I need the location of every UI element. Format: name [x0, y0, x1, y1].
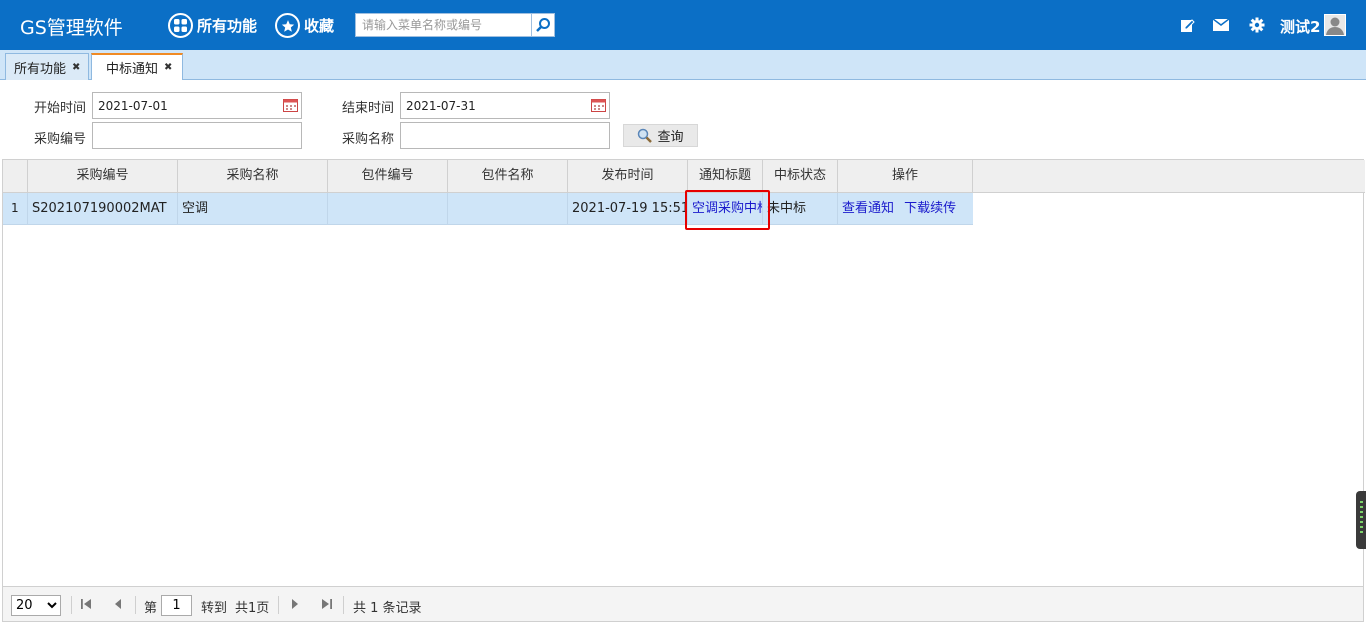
tab-label: 中标通知 — [106, 62, 159, 77]
gear-icon[interactable] — [1249, 17, 1265, 33]
total-pages: 共1页 — [235, 601, 270, 616]
close-icon[interactable]: ✖ — [72, 62, 80, 73]
purchase-code-label: 采购编号 — [34, 132, 87, 147]
calendar-icon[interactable] — [591, 98, 606, 112]
publish-time-cell: 2021-07-19 15:51 — [568, 193, 688, 224]
download-link[interactable]: 下载续传 — [904, 201, 956, 216]
calendar-icon[interactable] — [283, 98, 298, 112]
package-code-cell — [328, 193, 448, 224]
pager: 20 第 转到 共1页 共 1 条记录 — [2, 586, 1364, 622]
side-scroll-widget[interactable] — [1356, 491, 1366, 549]
menu-search-input[interactable] — [355, 13, 532, 37]
divider — [71, 596, 72, 614]
table-row[interactable]: 1 S202107190002MAT 空调 2021-07-19 15:51 空… — [3, 193, 973, 225]
first-page-icon[interactable] — [80, 598, 92, 610]
column-header[interactable]: 包件名称 — [448, 160, 568, 192]
goto-label[interactable]: 转到 — [201, 597, 227, 616]
end-time-input[interactable] — [400, 92, 610, 119]
tab-label: 所有功能 — [14, 61, 67, 77]
query-label: 查询 — [657, 130, 684, 145]
column-header[interactable]: 采购名称 — [178, 160, 328, 192]
purchase-code-input[interactable] — [92, 122, 302, 149]
tab-bar: 所有功能 ✖ 中标通知 ✖ — [0, 50, 1366, 80]
start-time-label: 开始时间 — [34, 101, 87, 116]
purchase-name-input[interactable] — [400, 122, 610, 149]
last-page-icon[interactable] — [321, 598, 333, 610]
purchase-name-label: 采购名称 — [342, 132, 395, 147]
actions-cell: 查看通知 下载续传 — [838, 193, 973, 224]
column-header[interactable]: 操作 — [838, 160, 973, 192]
favorites-button[interactable]: 收藏 — [275, 12, 334, 39]
divider — [135, 596, 136, 614]
close-icon[interactable]: ✖ — [164, 62, 172, 73]
end-time-label: 结束时间 — [342, 101, 395, 116]
grid-header: 采购编号 采购名称 包件编号 包件名称 发布时间 通知标题 中标状态 操作 — [3, 160, 1365, 193]
page-number-input[interactable] — [161, 595, 192, 616]
grid-icon — [168, 13, 193, 38]
notice-title-link[interactable]: 空调采购中标 — [688, 193, 763, 224]
app-title: GS管理软件 — [20, 17, 123, 39]
purchase-name-cell: 空调 — [178, 193, 328, 224]
view-notice-link[interactable]: 查看通知 — [842, 201, 894, 216]
divider — [343, 596, 344, 614]
magnifier-icon — [638, 128, 653, 143]
page-prefix: 第 — [144, 601, 158, 616]
all-functions-button[interactable]: 所有功能 — [168, 12, 257, 39]
tab-award-notice[interactable]: 中标通知 ✖ — [91, 53, 184, 80]
search-button[interactable] — [531, 13, 555, 37]
page-size-select[interactable]: 20 — [11, 595, 61, 616]
row-number-header — [3, 160, 28, 192]
column-header[interactable]: 包件编号 — [328, 160, 448, 192]
top-bar: GS管理软件 所有功能 收藏 测试2 — [0, 0, 1366, 50]
tab-all-functions[interactable]: 所有功能 ✖ — [5, 53, 90, 80]
edit-icon[interactable] — [1179, 17, 1195, 33]
search-icon — [536, 18, 550, 32]
all-functions-label: 所有功能 — [197, 17, 258, 35]
user-avatar-icon — [1326, 17, 1344, 35]
user-name[interactable]: 测试2 — [1280, 16, 1320, 37]
next-page-icon[interactable] — [289, 598, 301, 610]
prev-page-icon[interactable] — [112, 598, 124, 610]
mail-icon[interactable] — [1213, 17, 1229, 33]
divider — [278, 596, 279, 614]
favorites-label: 收藏 — [304, 17, 335, 35]
column-header[interactable]: 采购编号 — [28, 160, 178, 192]
start-time-input[interactable] — [92, 92, 302, 119]
purchase-code-cell: S202107190002MAT — [28, 193, 178, 224]
package-name-cell — [448, 193, 568, 224]
column-header[interactable]: 通知标题 — [688, 160, 763, 192]
row-number: 1 — [3, 193, 28, 224]
total-records: 共 1 条记录 — [353, 601, 422, 616]
star-icon — [275, 13, 300, 38]
column-header[interactable]: 发布时间 — [568, 160, 688, 192]
query-button[interactable]: 查询 — [623, 124, 698, 147]
data-grid: 采购编号 采购名称 包件编号 包件名称 发布时间 通知标题 中标状态 操作 1 … — [2, 159, 1365, 586]
column-header[interactable]: 中标状态 — [763, 160, 838, 192]
award-status-cell: 未中标 — [763, 193, 838, 224]
avatar[interactable] — [1324, 14, 1346, 36]
